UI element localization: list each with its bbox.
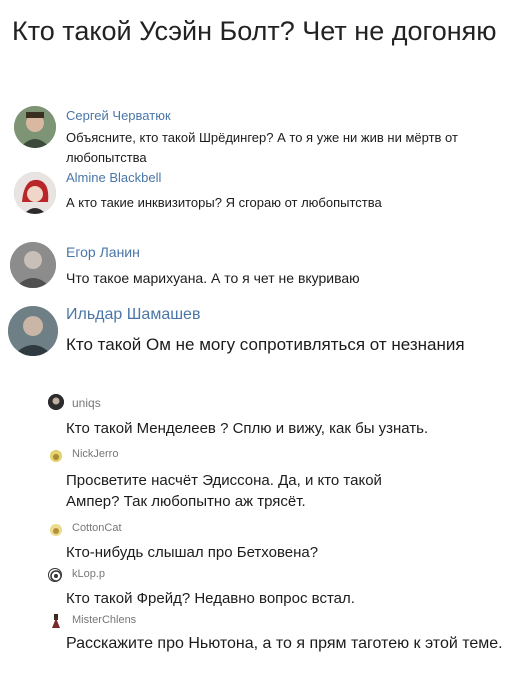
comment-author[interactable]: Егор Ланин xyxy=(66,244,140,260)
comment-item: Сергей Черватюк Объясните, кто такой Шрё… xyxy=(0,104,526,168)
user-photo-icon xyxy=(50,525,62,536)
comment-text: Объясните, кто такой Шрёдингер? А то я у… xyxy=(66,130,458,165)
comment-item: Almine Blackbell А кто такие инквизиторы… xyxy=(0,168,526,238)
user-photo-icon xyxy=(50,570,61,581)
comment-text: Кто такой Фрейд? Недавно вопрос встал. xyxy=(66,590,355,607)
comment-author[interactable]: MisterChlens xyxy=(72,614,136,626)
comment-item: Ильдар Шамашев Кто такой Ом не могу сопр… xyxy=(0,304,526,390)
avatar[interactable] xyxy=(14,172,56,214)
user-photo-icon xyxy=(14,172,56,214)
comment-item: uniqs Кто такой Менделеев ? Сплю и вижу,… xyxy=(0,392,526,442)
comment-author[interactable]: Ильдар Шамашев xyxy=(66,306,200,324)
comment-item: CottonCat Кто-нибудь слышал про Бетховен… xyxy=(0,520,526,564)
comment-text: А кто такие инквизиторы? Я сгораю от люб… xyxy=(66,195,382,210)
comment-item: Егор Ланин Что такое марихуана. А то я ч… xyxy=(0,240,526,302)
avatar[interactable] xyxy=(10,242,56,288)
avatar[interactable] xyxy=(50,524,62,536)
comment-item: NickJerro Просветите насчёт Эдиссона. Да… xyxy=(0,446,526,518)
comment-item: kLop.p Кто такой Фрейд? Недавно вопрос в… xyxy=(0,564,526,608)
comment-author[interactable]: Almine Blackbell xyxy=(66,170,161,185)
user-photo-icon xyxy=(10,242,56,288)
user-photo-icon xyxy=(8,306,58,356)
avatar[interactable] xyxy=(50,450,62,462)
avatar[interactable] xyxy=(50,614,62,628)
post-title: Кто такой Усэйн Болт? Чет не догоняю xyxy=(12,16,497,46)
user-photo-icon xyxy=(14,106,56,148)
comment-text: Расскажите про Ньютона, а то я прям таго… xyxy=(66,635,503,652)
comment-text: Кто такой Ом не могу сопротивляться от н… xyxy=(66,335,465,354)
comment-item: MisterChlens Расскажите про Ньютона, а т… xyxy=(0,610,526,686)
comment-author[interactable]: kLop.p xyxy=(72,568,105,580)
comment-author[interactable]: Сергей Черватюк xyxy=(66,108,171,123)
user-photo-icon xyxy=(48,394,64,410)
user-photo-icon xyxy=(50,451,62,462)
user-photo-icon xyxy=(52,614,60,628)
avatar[interactable] xyxy=(8,306,58,356)
comment-text: Кто-нибудь слышал про Бетховена? xyxy=(66,544,319,561)
avatar[interactable] xyxy=(14,106,56,148)
comment-author[interactable]: CottonCat xyxy=(72,522,122,534)
avatar[interactable] xyxy=(48,394,64,410)
comment-text: Кто такой Менделеев ? Сплю и вижу, как б… xyxy=(66,420,429,437)
comment-author[interactable]: NickJerro xyxy=(72,448,118,460)
comment-text: Просветите насчёт Эдиссона. Да, и кто та… xyxy=(66,472,382,510)
avatar[interactable] xyxy=(48,568,62,582)
comment-author[interactable]: uniqs xyxy=(72,396,101,410)
comment-text: Что такое марихуана. А то я чет не вкури… xyxy=(66,270,360,286)
